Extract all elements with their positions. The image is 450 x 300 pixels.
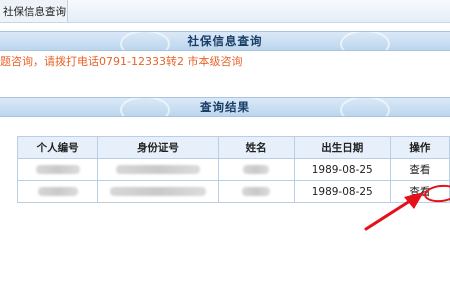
annotation-arrow-icon bbox=[364, 192, 424, 231]
